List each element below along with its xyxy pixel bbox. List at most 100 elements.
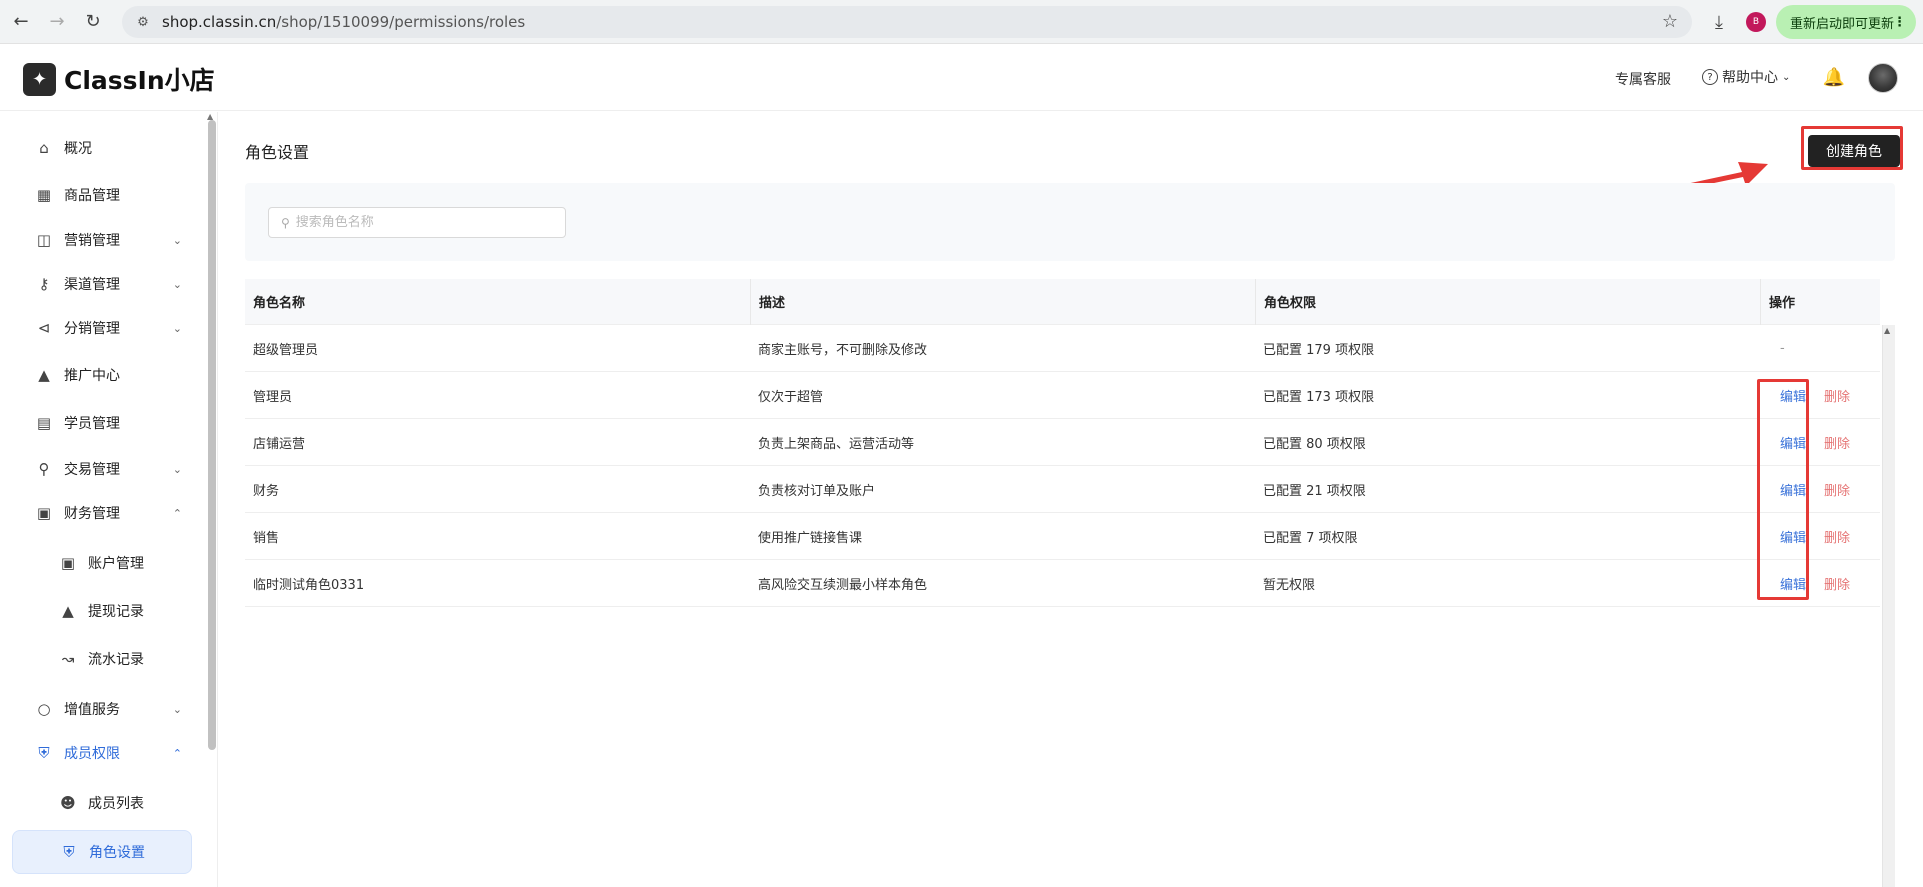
back-icon[interactable]: ← (6, 7, 36, 37)
sidebar-item-transactions[interactable]: ↝ 流水记录 (12, 637, 192, 681)
reload-icon[interactable]: ↻ (78, 7, 108, 37)
table-scroll-up-icon[interactable]: ▲ (1884, 326, 1890, 335)
share-icon: ⊲ (37, 319, 51, 337)
help-icon: ? (1702, 69, 1718, 85)
role-name: 管理员 (253, 389, 293, 405)
sidebar-item-promotion[interactable]: ▲ 推广中心 (12, 353, 192, 397)
user-avatar[interactable] (1868, 63, 1898, 93)
bookmark-star-icon[interactable]: ☆ (1662, 11, 1678, 32)
sidebar-item-member-list[interactable]: ☻ 成员列表 (12, 781, 192, 825)
role-desc: 使用推广链接售课 (758, 530, 863, 546)
delete-link[interactable]: 删除 (1824, 531, 1850, 546)
sidebar-item-role-settings[interactable]: ⛨ 角色设置 (12, 830, 192, 874)
table-row: 管理员 仅次于超管 已配置 173 项权限 编辑 删除 (245, 372, 1880, 419)
sidebar-item-channels[interactable]: ⚷ 渠道管理 ⌄ (12, 262, 192, 306)
column-header-desc: 描述 (750, 278, 1255, 325)
table-scrollbar[interactable] (1882, 325, 1895, 887)
download-icon[interactable]: ⤓ (1705, 8, 1733, 36)
withdraw-icon: ▲ (62, 602, 74, 620)
table-row: 临时测试角色0331 高风险交互续测最小样本角色 暂无权限 编辑 删除 (245, 560, 1880, 607)
table-row: 销售 使用推广链接售课 已配置 7 项权限 编辑 删除 (245, 513, 1880, 560)
shield-check-icon: ⛨ (63, 843, 75, 861)
home-icon: ⌂ (39, 139, 49, 157)
role-perm: 已配置 179 项权限 (1263, 342, 1375, 358)
chat-icon: ○ (37, 700, 51, 718)
sidebar-item-trades[interactable]: ⚲ 交易管理 ⌄ (12, 447, 192, 491)
wallet-icon: ▣ (36, 504, 52, 522)
role-desc: 负责核对订单及账户 (758, 483, 876, 499)
sidebar-item-finance[interactable]: ▣ 财务管理 ⌃ (12, 491, 192, 535)
more-vert-icon: ⋮ (1893, 14, 1906, 30)
sidebar-item-accounts[interactable]: ▣ 账户管理 (12, 541, 192, 585)
delete-link[interactable]: 删除 (1824, 437, 1850, 452)
profile-avatar[interactable]: B (1746, 12, 1766, 32)
table-header: 角色名称 描述 角色权限 操作 (245, 278, 1880, 325)
rocket-icon: ▲ (38, 366, 50, 384)
role-name: 财务 (253, 483, 280, 499)
bell-icon[interactable]: 🔔 (1822, 65, 1846, 89)
chart-line-icon: ↝ (61, 650, 75, 668)
update-button[interactable]: 重新启动即可更新 ⋮ (1776, 5, 1916, 39)
chevron-down-icon: ⌄ (172, 702, 182, 716)
sidebar-item-overview[interactable]: ⌂ 概况 (12, 126, 192, 170)
role-desc: 商家主账号，不可删除及修改 (758, 342, 928, 358)
chevron-down-icon: ⌄ (172, 233, 182, 247)
delete-link[interactable]: 删除 (1824, 390, 1850, 405)
sidebar-item-value-added[interactable]: ○ 增值服务 ⌄ (12, 687, 192, 731)
chevron-down-icon: ⌄ (172, 321, 182, 335)
ops-none: - (1780, 340, 1785, 356)
sidebar-item-marketing[interactable]: ◫ 营销管理 ⌄ (12, 218, 192, 262)
table-row: 超级管理员 商家主账号，不可删除及修改 已配置 179 项权限 - (245, 325, 1880, 372)
sidebar-item-products[interactable]: ▦ 商品管理 (12, 173, 192, 217)
forward-icon[interactable]: → (42, 7, 72, 37)
role-desc: 高风险交互续测最小样本角色 (758, 577, 928, 593)
roles-table: 角色名称 描述 角色权限 操作 超级管理员 商家主账号，不可删除及修改 已配置 … (245, 278, 1880, 607)
sidebar-scrollbar[interactable] (208, 120, 216, 750)
sidebar-item-member-permissions[interactable]: ⛨ 成员权限 ⌃ (12, 731, 192, 775)
support-link[interactable]: 专属客服 (1615, 69, 1671, 89)
delete-link[interactable]: 删除 (1824, 484, 1850, 499)
role-desc: 仅次于超管 (758, 389, 824, 405)
users-icon: ☻ (60, 794, 76, 812)
gift-icon: ◫ (36, 231, 52, 249)
role-name: 店铺运营 (253, 436, 306, 452)
role-perm: 暂无权限 (1263, 577, 1316, 593)
sidebar-item-withdrawals[interactable]: ▲ 提现记录 (12, 589, 192, 633)
brand-name: ClassIn小店 (64, 66, 215, 95)
table-row: 财务 负责核对订单及账户 已配置 21 项权限 编辑 删除 (245, 466, 1880, 513)
annotation-highlight-edit-column (1757, 379, 1809, 600)
search-box[interactable]: ⚲ (268, 207, 566, 238)
role-name: 超级管理员 (253, 342, 319, 358)
chevron-down-icon: ⌄ (1782, 71, 1791, 83)
app-header: ✦ ClassIn小店 专属客服 ? 帮助中心 ⌄ 🔔 (0, 45, 1923, 111)
table-row: 店铺运营 负责上架商品、运营活动等 已配置 80 项权限 编辑 删除 (245, 419, 1880, 466)
chevron-up-icon: ⌃ (172, 746, 182, 760)
channel-icon: ⚷ (38, 275, 50, 293)
site-settings-icon[interactable]: ⚙ (134, 13, 152, 31)
student-icon: ▤ (36, 414, 52, 432)
delete-link[interactable]: 删除 (1824, 578, 1850, 593)
grid-icon: ▦ (36, 186, 52, 204)
role-name: 临时测试角色0331 (253, 577, 365, 593)
chevron-down-icon: ⌄ (172, 462, 182, 476)
role-perm: 已配置 21 项权限 (1263, 483, 1366, 499)
logo-icon: ✦ (23, 63, 56, 96)
address-bar[interactable]: ⚙ shop.classin.cn/shop/1510099/permissio… (122, 6, 1692, 38)
search-input[interactable] (295, 215, 556, 230)
role-perm: 已配置 7 项权限 (1263, 530, 1358, 546)
url-text: shop.classin.cn/shop/1510099/permissions… (162, 13, 526, 31)
column-header-perm: 角色权限 (1255, 278, 1760, 325)
sidebar-item-distribution[interactable]: ⊲ 分销管理 ⌄ (12, 306, 192, 350)
role-desc: 负责上架商品、运营活动等 (758, 436, 915, 452)
role-name: 销售 (253, 530, 280, 546)
help-center-menu[interactable]: ? 帮助中心 ⌄ (1702, 67, 1790, 87)
sidebar-item-students[interactable]: ▤ 学员管理 (12, 401, 192, 445)
role-perm: 已配置 80 项权限 (1263, 436, 1366, 452)
chevron-down-icon: ⌄ (172, 277, 182, 291)
column-header-ops: 操作 (1760, 278, 1880, 325)
account-icon: ▣ (60, 554, 76, 572)
search-panel: ⚲ (245, 183, 1895, 261)
chevron-up-icon: ⌃ (172, 506, 182, 520)
shield-icon: ⛨ (38, 744, 50, 762)
cart-icon: ⚲ (38, 460, 50, 478)
